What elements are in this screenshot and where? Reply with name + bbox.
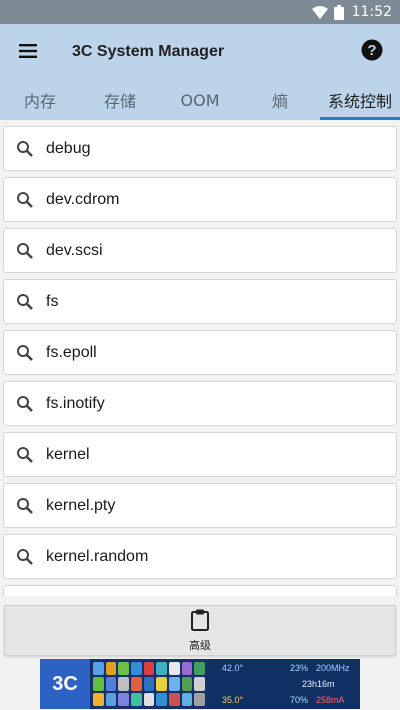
search-icon bbox=[16, 241, 36, 261]
list-item[interactable]: kernel bbox=[3, 432, 397, 477]
list-item-label: kernel bbox=[46, 445, 90, 463]
ad-widgets: 42.0° 23% 200MHz 23h16m 70% 258mA 35.0° bbox=[208, 659, 360, 709]
advanced-button[interactable]: 高级 bbox=[4, 605, 396, 656]
search-icon bbox=[16, 496, 36, 516]
list-item-label: fs.epoll bbox=[46, 343, 97, 361]
help-circle-icon: ? bbox=[361, 39, 383, 65]
list-item-label: dev.cdrom bbox=[46, 190, 120, 208]
svg-text:?: ? bbox=[367, 42, 376, 59]
tab-system-control[interactable]: 系统控制 bbox=[320, 80, 400, 120]
search-icon bbox=[16, 394, 36, 414]
search-icon bbox=[16, 190, 36, 210]
advanced-button-label: 高级 bbox=[189, 638, 211, 652]
list-item[interactable]: dev.scsi bbox=[3, 228, 397, 273]
tab-bar: 内存 存储 OOM 熵 系统控制 bbox=[0, 80, 400, 120]
wifi-icon bbox=[311, 5, 328, 19]
status-bar: 11:52 bbox=[0, 0, 400, 24]
search-icon bbox=[16, 292, 36, 312]
list-item[interactable]: fs.inotify bbox=[3, 381, 397, 426]
list-item-label: kernel.pty bbox=[46, 496, 116, 514]
status-time: 11:52 bbox=[351, 4, 392, 20]
search-icon bbox=[16, 445, 36, 465]
menu-button[interactable] bbox=[0, 24, 56, 80]
list-item-partial[interactable] bbox=[3, 585, 397, 596]
list-item[interactable]: fs bbox=[3, 279, 397, 324]
tab-entropy[interactable]: 熵 bbox=[240, 80, 320, 120]
search-icon bbox=[16, 139, 36, 159]
list-item-label: debug bbox=[46, 139, 91, 157]
list-item[interactable]: debug bbox=[3, 126, 397, 171]
clipboard-icon bbox=[190, 609, 210, 635]
tab-storage[interactable]: 存储 bbox=[80, 80, 160, 120]
hamburger-menu-icon bbox=[19, 43, 37, 62]
search-icon bbox=[16, 343, 36, 363]
ad-logo: 3C bbox=[40, 659, 90, 709]
app-bar: 3C System Manager ? bbox=[0, 24, 400, 80]
search-icon bbox=[16, 547, 36, 567]
list-item-label: dev.scsi bbox=[46, 241, 103, 259]
help-button[interactable]: ? bbox=[348, 28, 396, 76]
app-title: 3C System Manager bbox=[72, 43, 225, 60]
list-item[interactable]: dev.cdrom bbox=[3, 177, 397, 222]
ad-banner[interactable]: 3C 42.0° 23% 200MHz 23h16m 70% 258mA 35.… bbox=[40, 659, 360, 709]
sysctl-list[interactable]: debug dev.cdrom dev.scsi fs fs.epoll fs.… bbox=[0, 120, 400, 596]
list-item-label: fs.inotify bbox=[46, 394, 105, 412]
list-item-label: kernel.random bbox=[46, 547, 149, 565]
tab-oom[interactable]: OOM bbox=[160, 80, 240, 120]
list-item[interactable]: kernel.pty bbox=[3, 483, 397, 528]
list-item[interactable]: kernel.random bbox=[3, 534, 397, 579]
list-item-label: fs bbox=[46, 292, 59, 310]
battery-icon bbox=[333, 4, 344, 20]
list-item[interactable]: fs.epoll bbox=[3, 330, 397, 375]
ad-app-icons bbox=[90, 659, 208, 709]
tab-memory[interactable]: 内存 bbox=[0, 80, 80, 120]
